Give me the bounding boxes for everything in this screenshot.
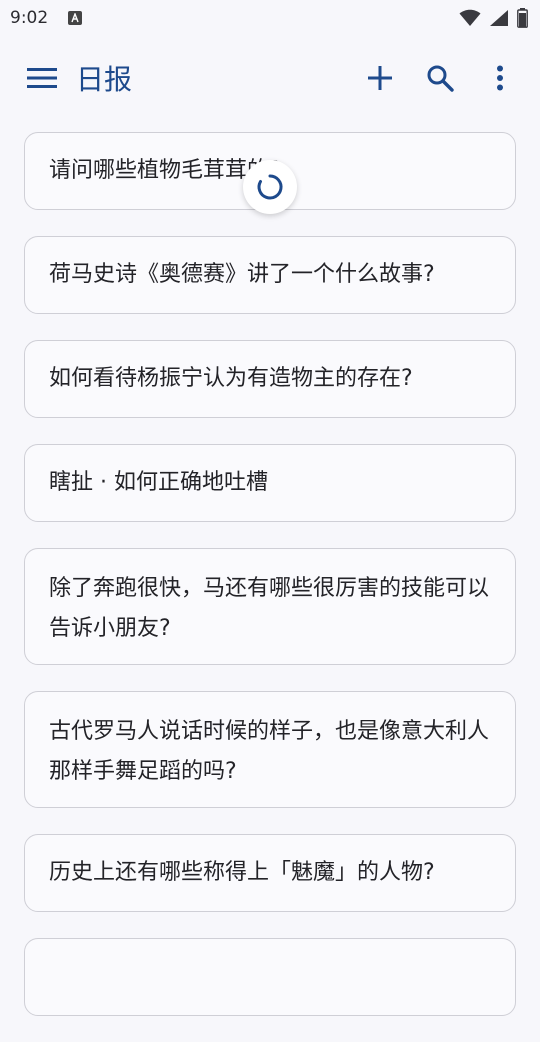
list-item-partial[interactable]	[24, 938, 516, 1016]
search-button[interactable]	[412, 50, 468, 106]
list-item[interactable]: 荷马史诗《奥德赛》讲了一个什么故事?	[24, 236, 516, 314]
search-icon	[427, 65, 454, 92]
list-item[interactable]: 除了奔跑很快，马还有哪些很厉害的技能可以告诉小朋友?	[24, 548, 516, 665]
refresh-spinner-icon	[257, 174, 283, 200]
app-bar-actions	[352, 50, 528, 106]
wifi-icon	[459, 9, 481, 26]
menu-button[interactable]	[14, 50, 70, 106]
list-item[interactable]: 古代罗马人说话时候的样子，也是像意大利人那样手舞足蹈的吗?	[24, 691, 516, 808]
page-title: 日报	[76, 63, 133, 96]
status-time: 9:02	[10, 8, 49, 28]
more-vert-icon	[497, 65, 503, 91]
notification-a-icon	[68, 11, 83, 25]
status-bar: 9:02	[0, 0, 540, 36]
battery-icon	[517, 8, 528, 28]
list-item-title: 荷马史诗《奥德赛》讲了一个什么故事?	[49, 262, 435, 287]
article-list[interactable]: 请问哪些植物毛茸茸的? 荷马史诗《奥德赛》讲了一个什么故事? 如何看待杨振宁认为…	[24, 132, 516, 1042]
list-item-title: 除了奔跑很快，马还有哪些很厉害的技能可以告诉小朋友?	[49, 575, 490, 641]
list-item[interactable]: 如何看待杨振宁认为有造物主的存在?	[24, 340, 516, 418]
list-item-title: 如何看待杨振宁认为有造物主的存在?	[49, 366, 413, 391]
add-button[interactable]	[352, 50, 408, 106]
more-options-button[interactable]	[472, 50, 528, 106]
status-left: 9:02	[10, 8, 83, 28]
app-bar: 日报	[0, 42, 540, 114]
add-icon	[368, 66, 392, 90]
list-item-title: 历史上还有哪些称得上「魅魔」的人物?	[49, 860, 435, 885]
list-item-title: 古代罗马人说话时候的样子，也是像意大利人那样手舞足蹈的吗?	[49, 718, 490, 784]
signal-icon	[490, 10, 508, 26]
list-item-title: 瞎扯 · 如何正确地吐槽	[49, 470, 268, 495]
list-item[interactable]: 历史上还有哪些称得上「魅魔」的人物?	[24, 834, 516, 912]
menu-icon	[27, 68, 57, 88]
list-item[interactable]: 瞎扯 · 如何正确地吐槽	[24, 444, 516, 522]
refresh-spinner	[243, 160, 297, 214]
status-right	[459, 8, 528, 28]
